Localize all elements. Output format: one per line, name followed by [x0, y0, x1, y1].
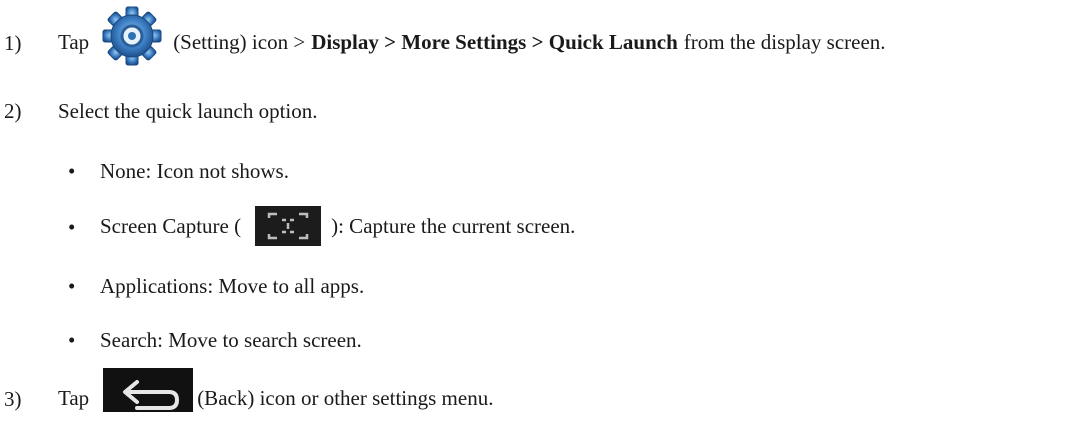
option-prefix: Screen Capture ( [100, 213, 242, 238]
bullet: • [68, 159, 76, 183]
option-text: Screen Capture ( ): Capture the current … [100, 206, 575, 246]
step-number: 3) [4, 387, 22, 411]
bullet: • [68, 274, 76, 298]
option-text: Applications: Move to all apps. [100, 274, 365, 298]
step-text: Tap (Back) icon or other settings menu. [58, 368, 494, 418]
option-text: Search: Move to search screen. [100, 328, 362, 352]
tap-label: Tap [58, 29, 90, 54]
step-text: Tap (Setting) icon > Display > More Sett… [58, 6, 886, 66]
tap-label: Tap [58, 385, 90, 410]
step-text: Select the quick launch option. [58, 99, 318, 123]
option-suffix: ): Capture the current screen. [331, 213, 576, 238]
bullet: • [68, 328, 76, 352]
screen-capture-icon [255, 206, 322, 246]
back-arrow-icon [103, 368, 194, 412]
gear-icon [99, 5, 165, 67]
step-suffix: from the display screen. [683, 29, 886, 54]
setting-icon-label: (Setting) icon > [173, 29, 306, 54]
option-text: None: Icon not shows. [100, 159, 289, 183]
back-icon-label: (Back) icon or other settings menu. [197, 385, 494, 410]
step-number: 2) [4, 99, 22, 123]
menu-path: Display > More Settings > Quick Launch [311, 29, 678, 54]
step-number: 1) [4, 31, 22, 55]
bullet: • [68, 215, 76, 239]
